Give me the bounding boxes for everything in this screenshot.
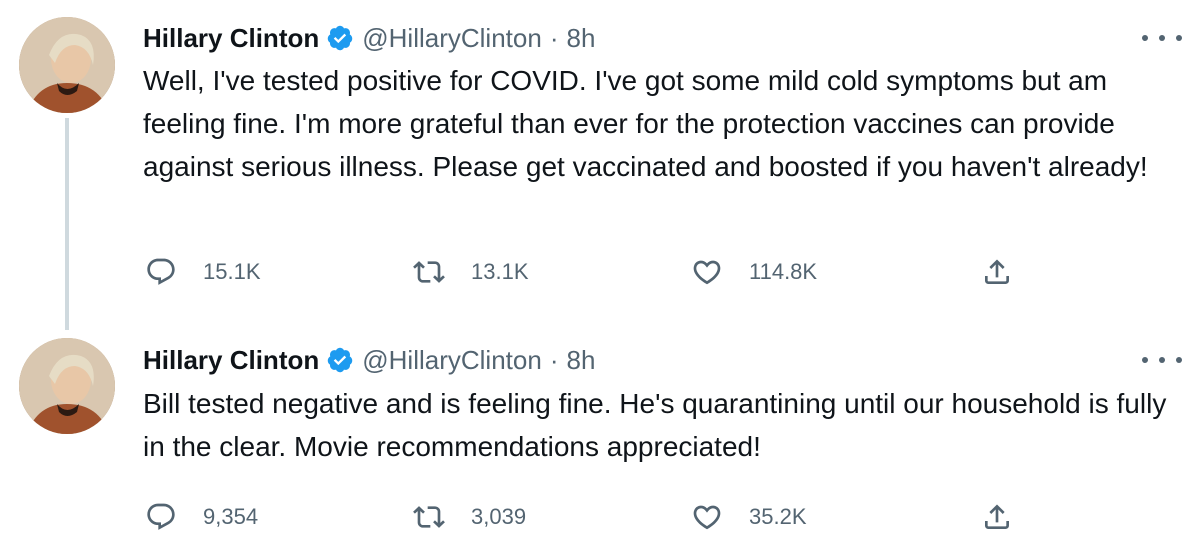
like-count: 35.2K xyxy=(749,504,807,529)
reply-icon xyxy=(147,258,175,285)
tweet-actions: 15.1K 13.1K 114.8K xyxy=(143,252,1183,292)
tweet-actions: 9,354 3,039 35.2K xyxy=(143,497,1183,537)
avatar[interactable] xyxy=(19,17,115,113)
author-name[interactable]: Hillary Clinton xyxy=(143,345,319,376)
share-icon xyxy=(985,259,1009,284)
verified-badge-icon xyxy=(326,24,354,52)
tweet-text: Bill tested negative and is feeling fine… xyxy=(143,388,1167,462)
reply-button[interactable]: 15.1K xyxy=(145,252,261,292)
author-name[interactable]: Hillary Clinton xyxy=(143,23,319,54)
like-icon xyxy=(693,260,721,285)
share-button[interactable] xyxy=(981,252,1013,292)
reply-count: 15.1K xyxy=(203,259,261,284)
timestamp[interactable]: 8h xyxy=(566,345,595,376)
retweet-button[interactable]: 13.1K xyxy=(413,252,529,292)
retweet-count: 13.1K xyxy=(471,259,529,284)
like-count: 114.8K xyxy=(749,259,818,284)
reply-icon xyxy=(147,503,175,530)
tweet-header: Hillary Clinton @HillaryClinton · 8h xyxy=(143,340,595,380)
author-handle[interactable]: @HillaryClinton xyxy=(362,23,542,54)
more-options-icon[interactable] xyxy=(1142,348,1182,372)
like-button[interactable]: 114.8K xyxy=(691,252,817,292)
like-icon xyxy=(693,505,721,530)
separator-dot: · xyxy=(549,22,559,53)
retweet-button[interactable]: 3,039 xyxy=(413,497,526,537)
tweet[interactable]: Hillary Clinton @HillaryClinton · 8h Bil… xyxy=(0,330,1200,555)
avatar-image xyxy=(19,17,115,113)
tweet-text: Well, I've tested positive for COVID. I'… xyxy=(143,65,1148,182)
retweet-icon xyxy=(413,506,445,528)
reply-button[interactable]: 9,354 xyxy=(145,497,258,537)
share-button[interactable] xyxy=(981,497,1013,537)
verified-badge-icon xyxy=(326,346,354,374)
more-options-icon[interactable] xyxy=(1142,26,1182,50)
reply-count: 9,354 xyxy=(203,504,259,529)
avatar[interactable] xyxy=(19,338,115,434)
tweet-header: Hillary Clinton @HillaryClinton · 8h xyxy=(143,18,595,58)
share-icon xyxy=(985,504,1009,529)
timestamp[interactable]: 8h xyxy=(566,23,595,54)
avatar-image xyxy=(19,338,115,434)
retweet-count: 3,039 xyxy=(471,504,527,529)
author-handle[interactable]: @HillaryClinton xyxy=(362,345,542,376)
like-button[interactable]: 35.2K xyxy=(691,497,807,537)
separator-dot: · xyxy=(549,344,559,375)
retweet-icon xyxy=(413,261,445,283)
tweet[interactable]: Hillary Clinton @HillaryClinton · 8h Wel… xyxy=(0,0,1200,330)
